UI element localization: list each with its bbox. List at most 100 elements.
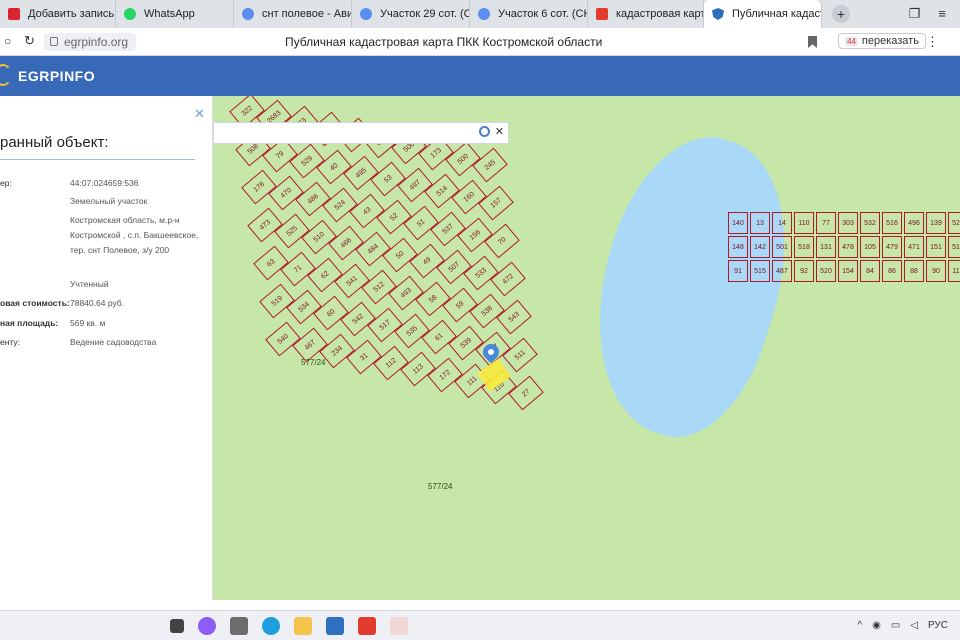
land-plot[interactable]: 534 <box>286 289 322 325</box>
land-plot[interactable]: 470 <box>268 175 304 211</box>
land-plot[interactable]: 156 <box>457 217 493 253</box>
new-tab-button[interactable]: + <box>832 5 850 23</box>
tab-4[interactable]: Участок 6 сот. (СНТ <box>470 0 588 28</box>
tab-3[interactable]: Участок 29 сот. (СН <box>352 0 470 28</box>
land-plot[interactable]: 525 <box>274 213 310 249</box>
land-plot[interactable]: 59 <box>442 287 478 323</box>
land-plot[interactable]: 487 <box>772 260 792 282</box>
land-plot[interactable]: 112 <box>373 345 409 381</box>
land-plot[interactable]: 140 <box>728 212 748 234</box>
yandex-browser-icon[interactable] <box>390 616 408 635</box>
land-plot[interactable]: 518 <box>794 236 814 258</box>
land-plot[interactable]: 543 <box>496 299 532 335</box>
land-plot[interactable]: 86 <box>882 260 902 282</box>
clear-icon[interactable]: ✕ <box>495 125 504 138</box>
land-plot[interactable]: 514 <box>424 173 460 209</box>
land-plot[interactable]: 466 <box>328 225 364 261</box>
land-plot[interactable]: 529 <box>289 143 325 179</box>
land-plot[interactable]: 478 <box>838 236 858 258</box>
land-plot[interactable]: 526 <box>948 212 960 234</box>
land-plot[interactable]: 539 <box>448 325 484 361</box>
land-plot[interactable]: 513 <box>948 236 960 258</box>
land-plot[interactable]: 471 <box>904 236 924 258</box>
land-plot[interactable]: 40 <box>316 149 352 185</box>
bookmark-icon[interactable] <box>808 36 817 48</box>
alice-icon[interactable] <box>198 616 216 635</box>
land-plot[interactable]: 151 <box>926 236 946 258</box>
land-plot[interactable]: 520 <box>816 260 836 282</box>
cadastral-map[interactable]: 3222683163482504825061735002455087952940… <box>213 96 960 600</box>
land-plot[interactable]: 496 <box>904 212 924 234</box>
map-search-input[interactable]: ✕ <box>213 122 509 144</box>
land-plot[interactable]: 497 <box>397 167 433 203</box>
tab-actions-icon[interactable]: ❐ <box>909 6 921 22</box>
explorer-icon[interactable] <box>294 616 312 635</box>
land-plot[interactable]: 154 <box>838 260 858 282</box>
land-plot[interactable]: 541 <box>334 263 370 299</box>
land-plot[interactable]: 511 <box>502 337 538 373</box>
land-plot[interactable]: 532 <box>860 212 880 234</box>
network-icon[interactable]: ▭ <box>891 620 900 631</box>
land-plot[interactable]: 495 <box>343 155 379 191</box>
land-plot[interactable]: 510 <box>301 219 337 255</box>
search-icon[interactable] <box>479 126 490 137</box>
more-icon[interactable]: ⋮ <box>926 34 939 50</box>
land-plot[interactable]: 493 <box>388 275 424 311</box>
land-plot[interactable]: 512 <box>361 269 397 305</box>
tab-2[interactable]: снт полевое - Ави <box>234 0 352 28</box>
tab-5[interactable]: кадастровая карта <box>588 0 704 28</box>
land-plot[interactable]: 50 <box>382 237 418 273</box>
land-plot[interactable]: 70 <box>484 223 520 259</box>
language-indicator[interactable]: РУС <box>928 620 948 631</box>
land-plot[interactable]: 62 <box>307 257 343 293</box>
land-plot[interactable]: 88 <box>904 260 924 282</box>
task-view-icon[interactable] <box>170 618 184 633</box>
reload-icon[interactable]: ↻ <box>24 33 35 49</box>
desktop-icon[interactable] <box>230 616 248 635</box>
land-plot[interactable]: 77 <box>816 212 836 234</box>
land-plot[interactable]: 303 <box>838 212 858 234</box>
land-plot[interactable]: 27 <box>508 375 544 411</box>
translate-button[interactable]: 44 переказать <box>838 33 926 49</box>
land-plot[interactable]: 49 <box>409 243 445 279</box>
land-plot[interactable]: 524 <box>322 187 358 223</box>
land-plot[interactable]: 31 <box>346 339 382 375</box>
land-plot[interactable]: 53 <box>370 161 406 197</box>
land-plot[interactable]: 43 <box>349 193 385 229</box>
land-plot[interactable]: 517 <box>367 307 403 343</box>
land-plot[interactable]: 157 <box>478 185 514 221</box>
site-logo[interactable]: EGRPINFO <box>18 68 95 84</box>
land-plot[interactable]: 519 <box>259 283 295 319</box>
land-plot[interactable]: 84 <box>860 260 880 282</box>
land-plot[interactable]: 90 <box>926 260 946 282</box>
volume-icon[interactable]: ◁ <box>910 620 918 631</box>
land-plot[interactable]: 61 <box>421 319 457 355</box>
edge-icon[interactable] <box>262 616 280 635</box>
land-plot[interactable]: 105 <box>860 236 880 258</box>
menu-icon[interactable]: ≡ <box>938 6 946 22</box>
land-plot[interactable]: 142 <box>750 236 770 258</box>
land-plot[interactable]: 148 <box>728 236 748 258</box>
land-plot[interactable]: 131 <box>816 236 836 258</box>
land-plot[interactable]: 172 <box>427 357 463 393</box>
tab-0[interactable]: Добавить запись <box>0 0 116 28</box>
land-plot[interactable]: 484 <box>355 231 391 267</box>
land-plot[interactable]: 538 <box>469 293 505 329</box>
land-plot[interactable]: 537 <box>430 211 466 247</box>
land-plot[interactable]: 533 <box>463 255 499 291</box>
land-plot[interactable]: 58 <box>415 281 451 317</box>
land-plot[interactable]: 60 <box>313 295 349 331</box>
tab-1[interactable]: WhatsApp <box>116 0 234 28</box>
land-plot[interactable]: 71 <box>280 251 316 287</box>
land-plot[interactable]: 542 <box>340 301 376 337</box>
land-plot[interactable]: 500 <box>445 141 481 177</box>
land-plot[interactable]: 91 <box>728 260 748 282</box>
land-plot[interactable]: 139 <box>926 212 946 234</box>
land-plot[interactable]: 110 <box>794 212 814 234</box>
tab-6[interactable]: Публичная кадастровая✕ <box>704 0 822 28</box>
land-plot[interactable]: 160 <box>451 179 487 215</box>
land-plot[interactable]: 51 <box>403 205 439 241</box>
land-plot[interactable]: 14 <box>772 212 792 234</box>
land-plot[interactable]: 13 <box>750 212 770 234</box>
url-field[interactable]: egrpinfo.org <box>44 32 137 51</box>
